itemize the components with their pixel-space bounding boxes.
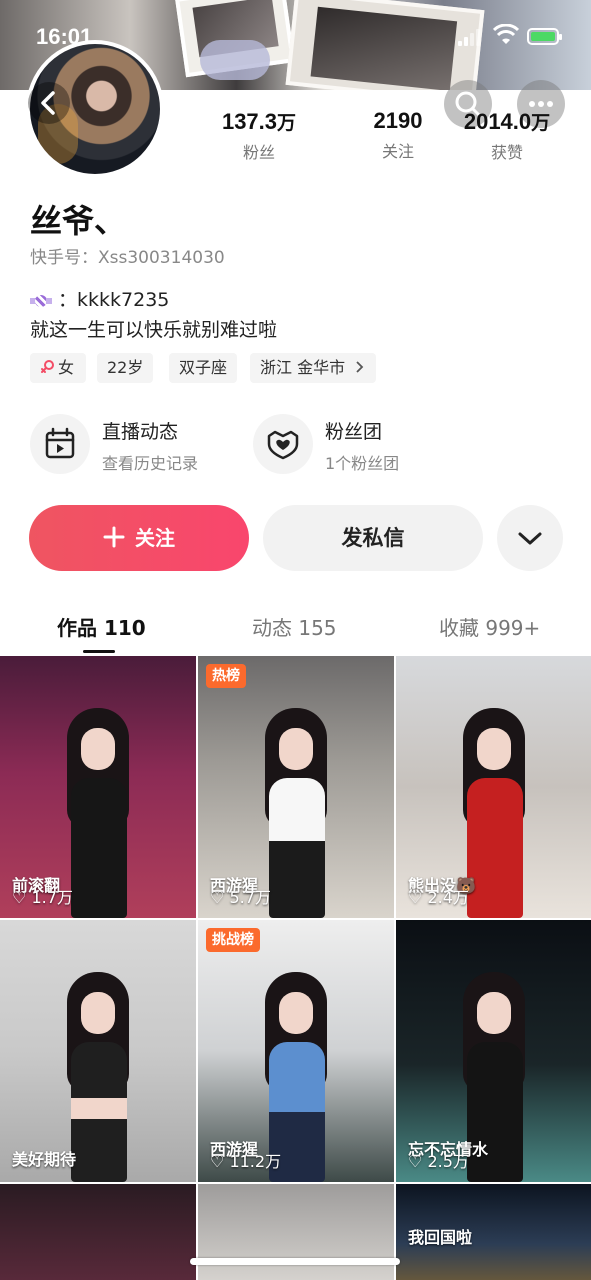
home-indicator[interactable] xyxy=(190,1258,400,1265)
fan-club-entry[interactable]: 粉丝团 1个粉丝团 xyxy=(253,412,473,476)
profile-name: 丝爷、 xyxy=(30,202,127,240)
profile-bio-line2: 就这一生可以快乐就别难过啦 xyxy=(30,319,278,341)
video-likes: ♡ 2.5万 xyxy=(408,1152,469,1171)
plus-icon xyxy=(103,526,125,548)
tag-location[interactable]: 浙江 金华市 xyxy=(250,353,377,383)
video-likes: ♡ 5.7万 xyxy=(210,888,271,907)
stat-value: 2190 xyxy=(373,108,423,133)
stat-following[interactable]: 2190 关注 xyxy=(338,108,458,162)
video-thumbnail[interactable]: 我回国啦 xyxy=(396,1184,591,1280)
tag-gender: 女 xyxy=(30,353,86,383)
feature-subtitle: 查看历史记录 xyxy=(102,454,199,473)
tag-age: 22岁 xyxy=(97,353,154,383)
stat-label: 关注 xyxy=(381,142,414,161)
tab-indicator xyxy=(83,650,115,653)
chevron-left-icon xyxy=(41,91,55,115)
back-button[interactable] xyxy=(28,82,70,124)
profile-bio-line1: ：kkkk7235 xyxy=(30,285,169,312)
bio-prefix: ： xyxy=(58,289,78,311)
likes-count: 2.4万 xyxy=(427,888,469,907)
female-icon xyxy=(41,360,54,373)
signal-icon xyxy=(458,28,484,46)
follow-label: 关注 xyxy=(135,526,175,550)
tab-favorites[interactable]: 收藏 999+ xyxy=(439,612,540,641)
heart-badge-icon xyxy=(253,414,313,474)
chevron-down-icon xyxy=(518,532,542,545)
profile-id-value: Xss300314030 xyxy=(98,248,225,268)
video-thumbnail[interactable]: 美好期待 xyxy=(0,920,196,1182)
tag-label: 22岁 xyxy=(107,358,144,377)
likes-count: 11.2万 xyxy=(229,1152,282,1171)
tag-label: 女 xyxy=(58,358,75,377)
tag-zodiac: 双子座 xyxy=(169,353,238,383)
likes-count: 1.7万 xyxy=(31,888,73,907)
likes-count: 5.7万 xyxy=(229,888,271,907)
message-button[interactable]: 发私信 xyxy=(263,505,483,571)
calendar-play-icon xyxy=(30,414,90,474)
tag-label: 浙江 金华市 xyxy=(260,358,346,377)
video-likes: ♡ 1.7万 xyxy=(12,888,73,907)
expand-button[interactable] xyxy=(497,505,563,571)
tab-works[interactable]: 作品 110 xyxy=(57,612,146,641)
wifi-icon xyxy=(493,24,519,44)
follow-button[interactable]: 关注 xyxy=(29,505,249,571)
feature-title: 粉丝团 xyxy=(325,421,383,443)
live-history-entry[interactable]: 直播动态 查看历史记录 xyxy=(30,412,250,476)
likes-count: 2.5万 xyxy=(427,1152,469,1171)
battery-icon xyxy=(527,28,562,45)
challenge-list-badge: 挑战榜 xyxy=(206,928,260,952)
stat-unit: 万 xyxy=(531,113,551,134)
chevron-right-icon xyxy=(356,361,364,373)
video-thumbnail[interactable]: 熊出没🐻 ♡ 2.4万 xyxy=(396,656,591,918)
bio-text: kkkk7235 xyxy=(77,289,170,311)
candy-icon xyxy=(30,294,52,308)
stat-label: 获赞 xyxy=(490,143,523,162)
video-thumbnail[interactable]: 挑战榜 西游猩 ♡ 11.2万 xyxy=(198,920,394,1182)
video-likes: ♡ 2.4万 xyxy=(408,888,469,907)
stat-likes[interactable]: 2014.0万 获赞 xyxy=(447,108,567,163)
video-caption: 我回国啦 xyxy=(408,1228,473,1247)
profile-id-label: 快手号： xyxy=(30,248,98,268)
stat-unit: 万 xyxy=(277,113,297,134)
video-caption: 美好期待 xyxy=(12,1150,77,1169)
tag-label: 双子座 xyxy=(179,358,228,377)
video-thumbnail[interactable]: 热榜 西游猩 ♡ 5.7万 xyxy=(198,656,394,918)
video-thumbnail[interactable] xyxy=(198,1184,394,1280)
content-tabs: 作品 110 动态 155 收藏 999+ xyxy=(0,600,591,656)
stat-value: 137.3 xyxy=(221,109,278,134)
stat-value: 2014.0 xyxy=(463,109,532,134)
feature-title: 直播动态 xyxy=(102,421,179,443)
feature-subtitle: 1个粉丝团 xyxy=(325,454,400,473)
video-likes: ♡ 11.2万 xyxy=(210,1152,282,1171)
video-thumbnail[interactable]: 前滚翻 ♡ 1.7万 xyxy=(0,656,196,918)
profile-stats: 137.3万 粉丝 2190 关注 2014.0万 获赞 xyxy=(222,108,570,168)
profile-id[interactable]: 快手号：Xss300314030 xyxy=(30,243,225,268)
message-label: 发私信 xyxy=(341,526,405,550)
stat-fans[interactable]: 137.3万 粉丝 xyxy=(199,108,319,163)
tab-moments[interactable]: 动态 155 xyxy=(252,612,337,641)
video-thumbnail[interactable]: 忘不忘情水 ♡ 2.5万 xyxy=(396,920,591,1182)
stat-label: 粉丝 xyxy=(242,143,275,162)
hot-list-badge: 热榜 xyxy=(206,664,246,688)
video-thumbnail[interactable] xyxy=(0,1184,196,1280)
